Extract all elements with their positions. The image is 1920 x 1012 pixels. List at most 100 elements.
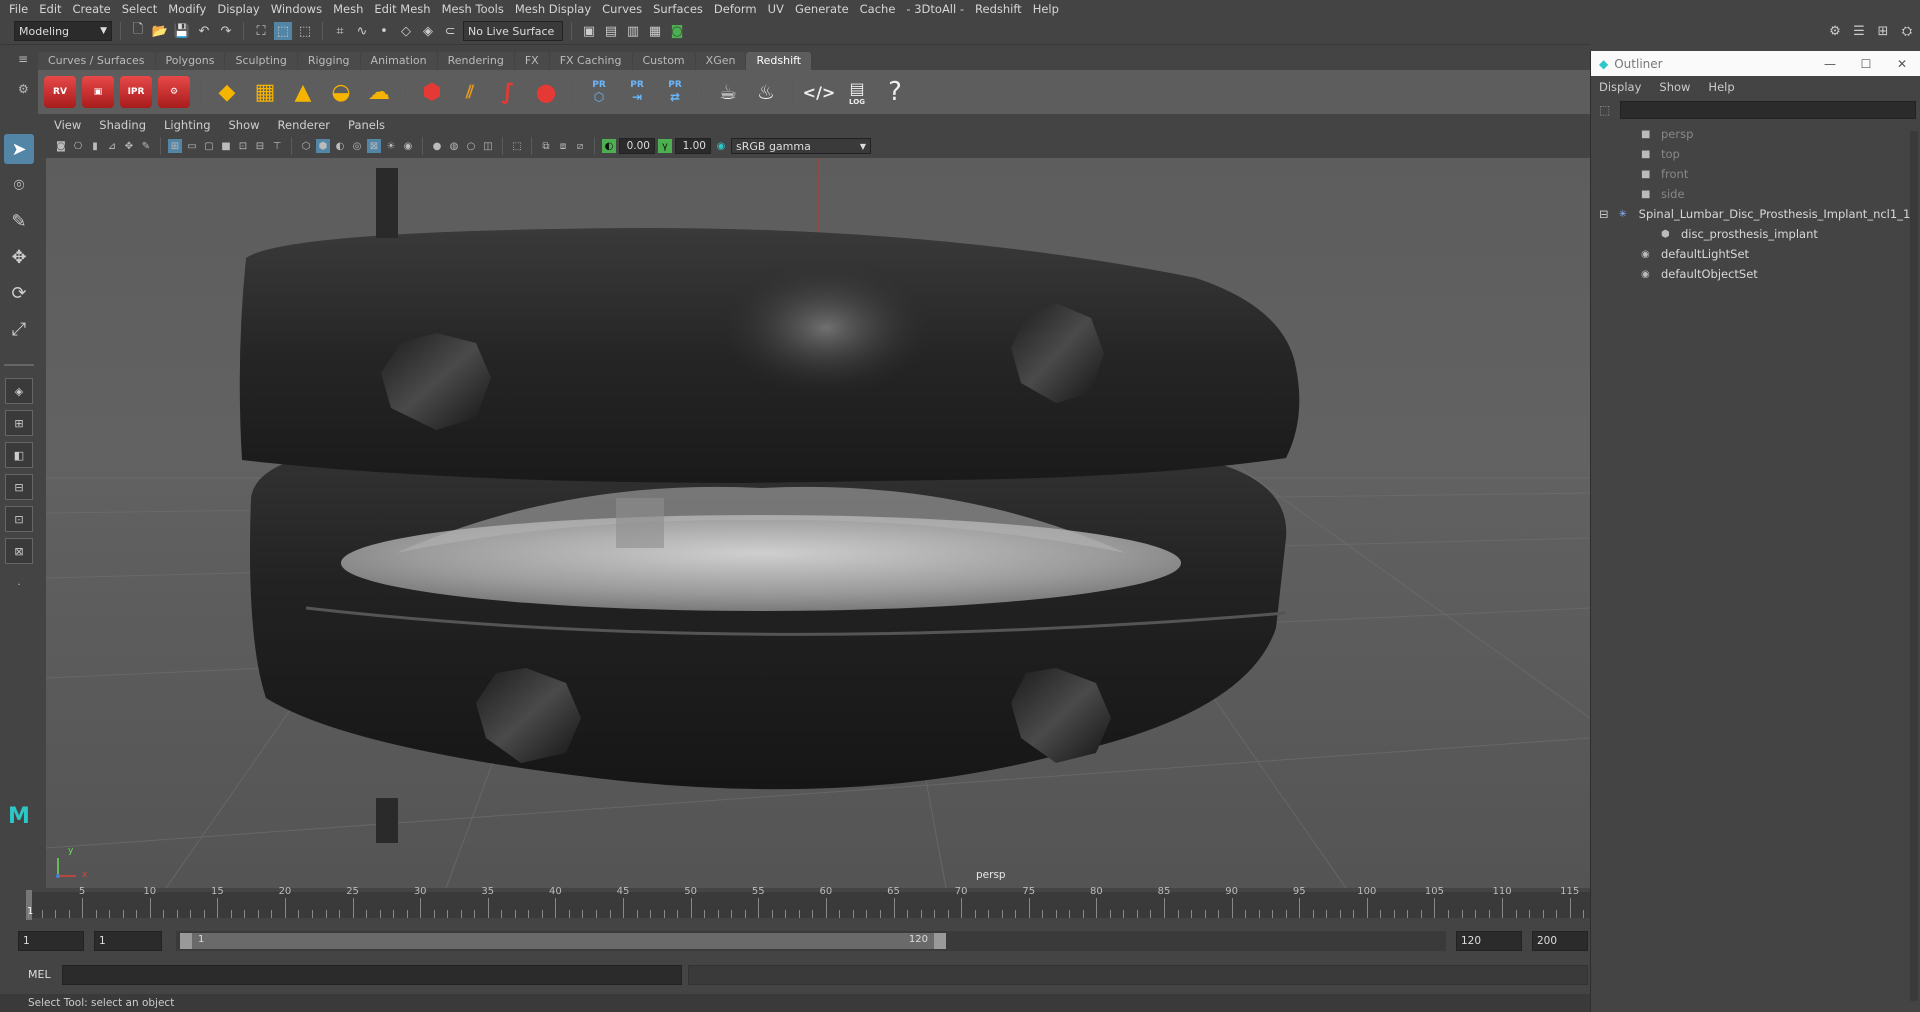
outliner-menu-help[interactable]: Help [1708,80,1734,94]
modeling-toolkit-icon[interactable]: ⚙ [1826,22,1844,40]
redshift-ipr-button[interactable]: IPR [120,76,152,108]
pr-export-button[interactable]: PR ⇥ [621,76,653,108]
menu-surfaces[interactable]: Surfaces [650,2,711,16]
minimize-icon[interactable]: — [1812,57,1848,71]
menu-create[interactable]: Create [70,2,119,16]
shelf-tab-animation[interactable]: Animation [360,52,437,70]
redo-icon[interactable]: ↷ [217,22,235,40]
grid-icon[interactable]: ⊞ [168,139,182,153]
gamma-field[interactable]: 1.00 [675,138,711,154]
time-track[interactable] [28,892,1590,918]
time-slider[interactable]: 1 5 10 15 20 25 30 35 40 45 50 55 60 65 70 75 80 85 90 95 1… [0,886,1590,922]
spot-light-icon[interactable]: ▲ [287,76,319,108]
outliner-item[interactable]: ■ top [1591,144,1920,164]
redshift-render-view-button[interactable]: RV [44,76,76,108]
material-icon[interactable]: ☕ [712,76,744,108]
open-scene-icon[interactable]: 📂 [151,22,169,40]
smooth-shade-icon[interactable]: ⬢ [316,139,330,153]
undo-icon[interactable]: ↶ [195,22,213,40]
pr-mesh-button[interactable]: PR ⬡ [583,76,615,108]
maximize-icon[interactable]: ☐ [1848,57,1884,71]
select-object-icon[interactable]: ⬚ [274,22,292,40]
material-alt-icon[interactable]: ♨ [750,76,782,108]
workspace-dropdown[interactable]: Modeling ▼ [14,21,112,41]
render-settings-icon[interactable]: ▦ [646,22,664,40]
exposure-field[interactable]: 0.00 [619,138,655,154]
rotate-tool-icon[interactable]: ⟳ [4,278,34,308]
menu-windows[interactable]: Windows [268,2,330,16]
wireframe-on-shaded-icon[interactable]: ◎ [350,139,364,153]
outliner-item[interactable]: ◉ defaultObjectSet [1591,264,1920,284]
wireframe-icon[interactable]: ⬡ [299,139,313,153]
redshift-settings-button[interactable]: ⚙ [158,76,190,108]
field-chart-icon[interactable]: ⊡ [236,139,250,153]
outliner-item[interactable]: ■ side [1591,184,1920,204]
sphere-icon[interactable]: ● [530,76,562,108]
shelf-tab-polygons[interactable]: Polygons [155,52,225,70]
script-language-label[interactable]: MEL [28,968,51,981]
move-tool-icon[interactable]: ✥ [4,242,34,272]
menu-edit-mesh[interactable]: Edit Mesh [371,2,438,16]
menu-generate[interactable]: Generate [792,2,857,16]
viewport-menu-view[interactable]: View [46,118,91,136]
close-icon[interactable]: ✕ [1884,57,1920,71]
outliner-item[interactable]: ◉ defaultLightSet [1591,244,1920,264]
persp-outliner-layout-icon[interactable]: ⊟ [5,474,33,500]
outliner-item[interactable]: ■ persp [1591,124,1920,144]
menu-curves[interactable]: Curves [599,2,650,16]
magnet-icon[interactable]: ⊂ [441,22,459,40]
color-space-dropdown[interactable]: sRGB gamma ▼ [731,138,871,154]
menu-mesh-display[interactable]: Mesh Display [512,2,599,16]
script-editor-icon[interactable]: </> [803,76,836,108]
menu-select[interactable]: Select [119,2,165,16]
hypershade-icon[interactable]: ◙ [668,22,686,40]
camera-attr-icon[interactable]: ⎔ [71,139,85,153]
outliner-search-input[interactable] [1620,101,1917,119]
range-track[interactable]: 1 120 [176,931,1446,951]
safe-action-icon[interactable]: ⊟ [253,139,267,153]
shelf-menu[interactable]: ≡ ⚙ [18,52,36,112]
redshift-render-button[interactable]: ▣ [82,76,114,108]
range-handle[interactable]: 1 120 [180,933,946,949]
default-material-icon[interactable]: ◐ [333,139,347,153]
log-button[interactable]: ▤ LOG [841,76,873,108]
select-component-icon[interactable]: ⬚ [296,22,314,40]
2d-pan-icon[interactable]: ✥ [122,139,136,153]
scale-tool-icon[interactable]: ⤢ [4,314,34,344]
outliner-item[interactable]: ■ front [1591,164,1920,184]
bookmark-icon[interactable]: ▮ [88,139,102,153]
paint-select-icon[interactable]: ✎ [4,206,34,236]
xray-joints-icon[interactable]: ⧉ [539,139,553,153]
channel-box-icon[interactable]: ☰ [1850,22,1868,40]
command-input[interactable] [62,965,682,985]
menu-mesh-tools[interactable]: Mesh Tools [439,2,512,16]
tool-settings-icon[interactable]: ⛭ [1898,22,1916,40]
hair-icon[interactable]: ⫽ [454,76,486,108]
lights-icon[interactable]: ☀ [384,139,398,153]
snap-point-icon[interactable]: • [375,22,393,40]
image-plane-icon[interactable]: ⊿ [105,139,119,153]
resolution-gate-icon[interactable]: ▢ [202,139,216,153]
gear-icon[interactable]: ⚙ [18,82,36,96]
playback-start-field[interactable]: 1 [94,931,162,951]
shadows-icon[interactable]: ◉ [401,139,415,153]
physical-light-icon[interactable]: ▦ [249,76,281,108]
menu-redshift[interactable]: Redshift [972,2,1030,16]
shelf-tab-curves-surfaces[interactable]: Curves / Surfaces [38,52,155,70]
end-time-field[interactable]: 200 [1532,931,1588,951]
safe-title-icon[interactable]: ⊤ [270,139,284,153]
shelf-tab-sculpting[interactable]: Sculpting [225,52,297,70]
shelf-tab-custom[interactable]: Custom [632,52,695,70]
playback-end-field[interactable]: 120 [1456,931,1522,951]
shelf-tab-fx-caching[interactable]: FX Caching [549,52,632,70]
menu-edit[interactable]: Edit [36,2,69,16]
outliner-menu-display[interactable]: Display [1599,80,1641,94]
exposure-icon[interactable]: ◐ [602,139,616,153]
menu-display[interactable]: Display [214,2,267,16]
viewport-menu-shading[interactable]: Shading [91,118,156,136]
dome-light-icon[interactable]: ◒ [325,76,357,108]
snap-curve-icon[interactable]: ∿ [353,22,371,40]
viewport-menu-show[interactable]: Show [221,118,270,136]
viewport-menu-lighting[interactable]: Lighting [156,118,220,136]
range-end-grip[interactable] [934,933,946,949]
